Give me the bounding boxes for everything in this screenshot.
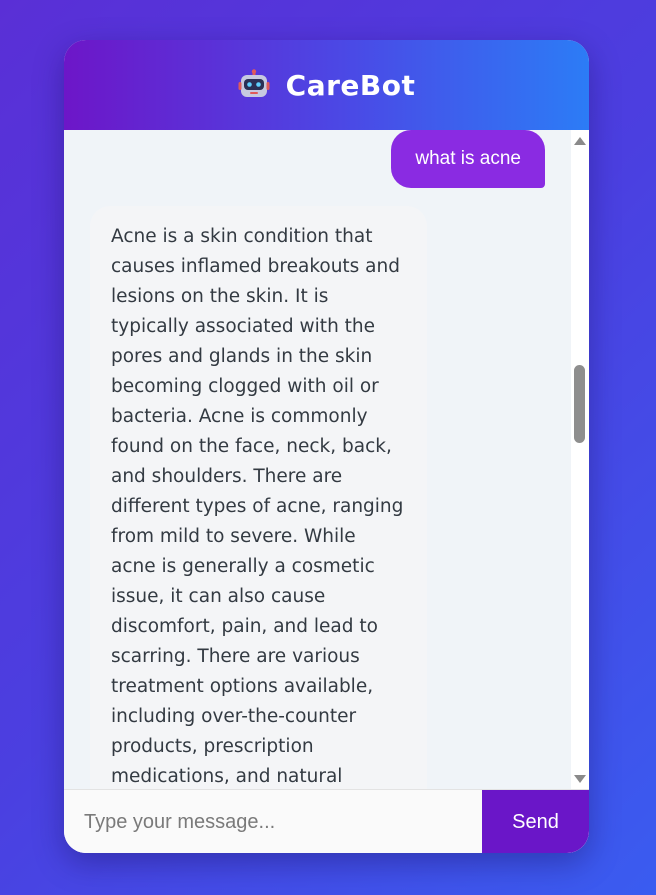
chat-header: CareBot <box>64 40 589 130</box>
scroll-up-arrow-icon[interactable] <box>574 137 586 145</box>
header-title: CareBot <box>285 68 416 102</box>
scroll-thumb[interactable] <box>574 365 585 443</box>
message-input[interactable] <box>64 790 482 853</box>
send-button[interactable]: Send <box>482 790 589 853</box>
user-message: what is acne <box>391 130 545 188</box>
robot-icon <box>238 69 270 101</box>
chat-window: CareBot what is acne Acne is a skin cond… <box>64 40 589 853</box>
message-scrollbar[interactable] <box>571 130 589 790</box>
scroll-down-arrow-icon[interactable] <box>574 775 586 783</box>
bot-message: Acne is a skin condition that causes inf… <box>90 206 427 790</box>
message-list[interactable]: what is acne Acne is a skin condition th… <box>64 130 571 790</box>
input-bar: Send <box>64 789 589 853</box>
